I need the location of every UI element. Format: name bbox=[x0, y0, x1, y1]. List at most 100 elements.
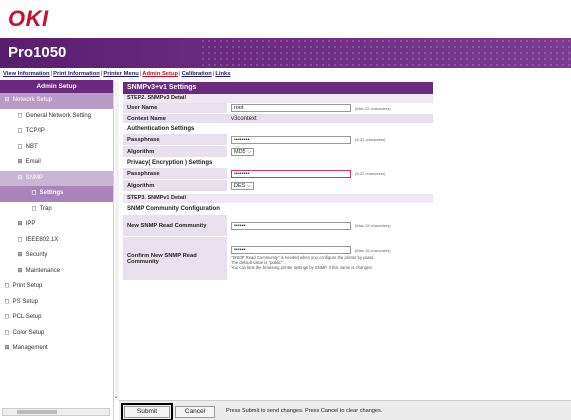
nav-view-information[interactable]: View Information bbox=[3, 71, 50, 77]
sidebar-item-snmp[interactable]: ⊟ SNMP bbox=[0, 170, 113, 186]
panel-title: SNMPv3+v1 Settings bbox=[123, 82, 433, 94]
new-read-community-row: New SNMP Read Community •••••• (Max.15 c… bbox=[123, 215, 433, 237]
sidebar-item-network-setup[interactable]: ⊟ Network Setup bbox=[0, 93, 113, 109]
privacy-passphrase-input[interactable]: •••••••• bbox=[231, 169, 351, 178]
model-name: Pro1050 bbox=[8, 44, 67, 61]
cancel-button[interactable]: Cancel bbox=[175, 406, 215, 418]
plus-box-icon: ⊞ bbox=[17, 159, 23, 165]
user-name-row: User Name root (Max.32 characters) bbox=[123, 103, 433, 114]
page-icon: ◻ bbox=[31, 205, 37, 212]
plus-box-icon: ⊞ bbox=[4, 345, 10, 351]
sidebar-horizontal-scrollbar[interactable] bbox=[2, 408, 110, 416]
select-value: MD5 bbox=[234, 148, 246, 155]
sidebar-item-general-network-setting[interactable]: ◻ General Network Setting bbox=[0, 109, 113, 125]
sidebar-item-label: Maintenance bbox=[25, 267, 61, 274]
sidebar-item-ps-setup[interactable]: ◻ PS Setup bbox=[0, 295, 113, 311]
nav-print-information[interactable]: Print Information bbox=[53, 71, 100, 77]
plus-box-icon: ⊞ bbox=[17, 252, 23, 258]
field-label: User Name bbox=[127, 105, 158, 111]
sidebar-item-label: Management bbox=[12, 345, 48, 351]
community-config-heading: SNMP Community Configuration bbox=[123, 203, 433, 215]
sidebar-item-label: Print Setup bbox=[12, 283, 43, 289]
field-label: Algorithm bbox=[127, 148, 155, 155]
confirm-read-community-row: Confirm New SNMP Read Community •••••• (… bbox=[123, 237, 433, 281]
sidebar-item-label: PCL Setup bbox=[12, 314, 42, 320]
action-message: Press Submit to send changes. Press Canc… bbox=[226, 408, 383, 414]
sidebar-item-maintenance[interactable]: ⊞ Maintenance bbox=[0, 264, 113, 280]
sidebar-vertical-scrollbar[interactable]: ⌄ bbox=[113, 82, 119, 400]
community-note: "SNMP Read Community" is needed when you… bbox=[231, 254, 411, 271]
submit-button[interactable]: Submit bbox=[121, 403, 173, 420]
field-label: Passphrase bbox=[127, 136, 160, 143]
privacy-passphrase-row: Passphrase •••••••• (8-32 characters) bbox=[123, 168, 433, 180]
page-icon: ◻ bbox=[4, 298, 10, 305]
step2-label: STEP2. SNMPv3 Detail bbox=[123, 94, 433, 103]
chevron-down-icon: ⌵ bbox=[246, 182, 252, 189]
sidebar-item-label: General Network Setting bbox=[25, 112, 92, 119]
field-hint: (Max.15 characters) bbox=[355, 247, 391, 253]
confirm-read-community-input[interactable]: •••••• bbox=[231, 246, 351, 254]
nav-links[interactable]: Links bbox=[215, 71, 230, 77]
nav-calibration[interactable]: Calibration bbox=[182, 71, 212, 77]
page-icon: ◻ bbox=[17, 112, 23, 119]
field-hint: (Max.32 characters) bbox=[355, 105, 391, 111]
sidebar-item-settings[interactable]: ◻ Settings bbox=[0, 186, 113, 202]
context-name-value: v3context bbox=[231, 115, 257, 122]
privacy-algorithm-row: Algorithm DES ⌵ bbox=[123, 180, 433, 192]
note-line: You can limit the browsing printer setti… bbox=[231, 265, 373, 270]
privacy-algorithm-select[interactable]: DES ⌵ bbox=[231, 181, 255, 190]
sidebar-item-email[interactable]: ⊞ Email bbox=[0, 155, 113, 171]
sidebar-item-label: Trap bbox=[39, 205, 52, 212]
nav-printer-menu[interactable]: Printer Menu bbox=[103, 71, 138, 77]
sidebar-item-label: Color Setup bbox=[12, 329, 45, 336]
model-banner: Pro1050 bbox=[0, 38, 571, 68]
sidebar-item-label: Settings bbox=[39, 190, 64, 196]
select-value: DES bbox=[234, 182, 246, 189]
sidebar-item-label: TCP/IP bbox=[25, 128, 45, 134]
nav-admin-setup[interactable]: Admin Setup bbox=[142, 71, 178, 77]
user-name-input[interactable]: root bbox=[231, 104, 351, 112]
page-icon: ◻ bbox=[4, 329, 10, 336]
auth-algorithm-select[interactable]: MD5 ⌵ bbox=[231, 147, 255, 156]
sidebar-item-tcpip[interactable]: ◻ TCP/IP bbox=[0, 124, 113, 140]
settings-panel: SNMPv3+v1 Settings STEP2. SNMPv3 Detail … bbox=[123, 82, 433, 281]
page-icon: ◻ bbox=[4, 283, 10, 289]
sidebar-item-ipp[interactable]: ⊞ IPP bbox=[0, 217, 113, 233]
page-icon: ◻ bbox=[31, 190, 37, 196]
minus-box-icon: ⊟ bbox=[4, 97, 10, 103]
minus-box-icon: ⊟ bbox=[17, 174, 23, 181]
sidebar: Admin Setup ⊟ Network Setup ◻ General Ne… bbox=[0, 80, 114, 420]
field-label: Passphrase bbox=[127, 170, 160, 177]
field-label: Context Name bbox=[127, 115, 166, 122]
sidebar-item-label: SNMP bbox=[25, 174, 44, 181]
sidebar-item-pcl-setup[interactable]: ◻ PCL Setup bbox=[0, 310, 113, 326]
sidebar-item-security[interactable]: ⊞ Security bbox=[0, 248, 113, 264]
new-read-community-input[interactable]: •••••• bbox=[231, 221, 351, 230]
sidebar-item-color-setup[interactable]: ◻ Color Setup bbox=[0, 326, 113, 342]
sidebar-item-label: NBT bbox=[25, 143, 38, 150]
sidebar-item-label: PS Setup bbox=[12, 298, 39, 305]
sidebar-item-label: IPP bbox=[25, 221, 36, 227]
sidebar-item-nbt[interactable]: ◻ NBT bbox=[0, 140, 113, 156]
auth-passphrase-row: Passphrase •••••••• (8-32 characters) bbox=[123, 134, 433, 146]
step3-label: STEP3. SNMPv1 Detail bbox=[123, 194, 433, 203]
sidebar-item-label: Email bbox=[25, 159, 41, 165]
page-icon: ◻ bbox=[17, 128, 23, 134]
auth-settings-heading: Authentication Settings bbox=[123, 124, 433, 134]
auth-algorithm-row: Algorithm MD5 ⌵ bbox=[123, 146, 433, 158]
plus-box-icon: ⊞ bbox=[17, 267, 23, 274]
sidebar-item-ieee8021x[interactable]: ◻ IEEE802.1X bbox=[0, 233, 113, 249]
plus-box-icon: ⊞ bbox=[17, 221, 23, 227]
sidebar-item-label: IEEE802.1X bbox=[25, 236, 59, 243]
action-bar: Submit Cancel Press Submit to send chang… bbox=[119, 400, 571, 420]
chevron-down-icon: ⌵ bbox=[247, 148, 252, 155]
sidebar-item-print-setup[interactable]: ◻ Print Setup bbox=[0, 279, 113, 295]
page-icon: ◻ bbox=[17, 143, 23, 150]
sidebar-item-trap[interactable]: ◻ Trap bbox=[0, 202, 113, 218]
auth-passphrase-input[interactable]: •••••••• bbox=[231, 135, 351, 144]
scroll-down-icon[interactable]: ⌄ bbox=[113, 392, 119, 400]
sidebar-item-management[interactable]: ⊞ Management bbox=[0, 341, 113, 357]
page-icon: ◻ bbox=[4, 314, 10, 320]
field-hint: (8-32 characters) bbox=[355, 171, 386, 176]
scroll-thumb[interactable] bbox=[17, 410, 57, 414]
